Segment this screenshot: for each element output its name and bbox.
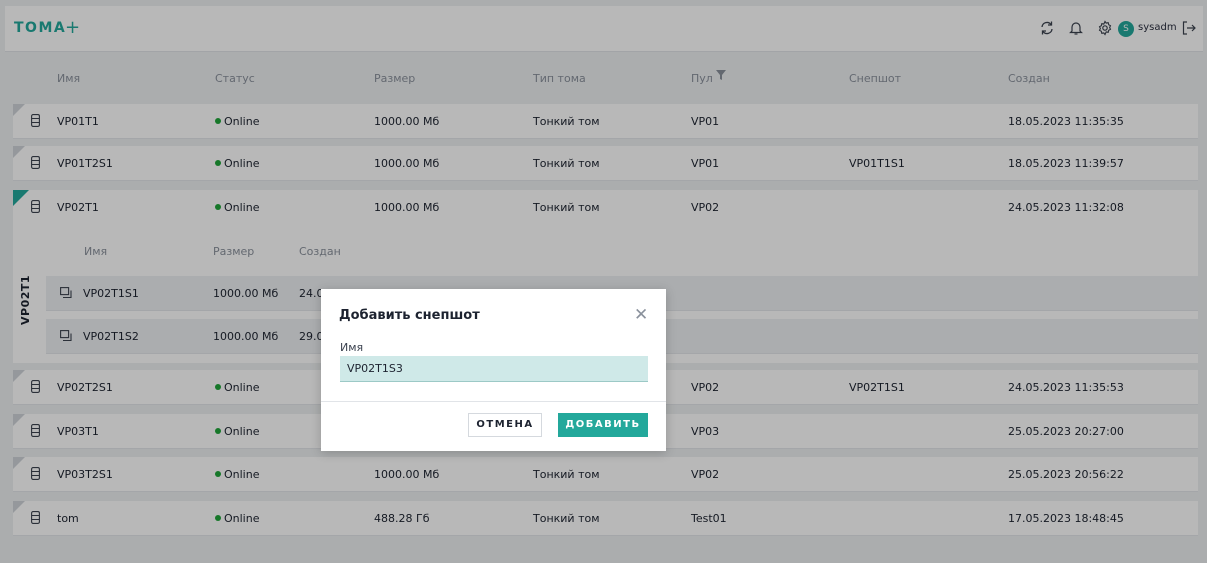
close-icon[interactable]: ✕ (634, 305, 648, 325)
name-field-label: Имя (340, 341, 364, 354)
dialog-divider (321, 401, 666, 402)
add-snapshot-dialog: Добавить снепшот ✕ Имя ОТМЕНА ДОБАВИТЬ (321, 289, 666, 451)
modal-backdrop[interactable] (0, 0, 1207, 563)
add-button[interactable]: ДОБАВИТЬ (558, 413, 648, 437)
cancel-button[interactable]: ОТМЕНА (468, 413, 542, 437)
snapshot-name-input[interactable] (340, 356, 648, 382)
dialog-title: Добавить снепшот (339, 308, 480, 323)
